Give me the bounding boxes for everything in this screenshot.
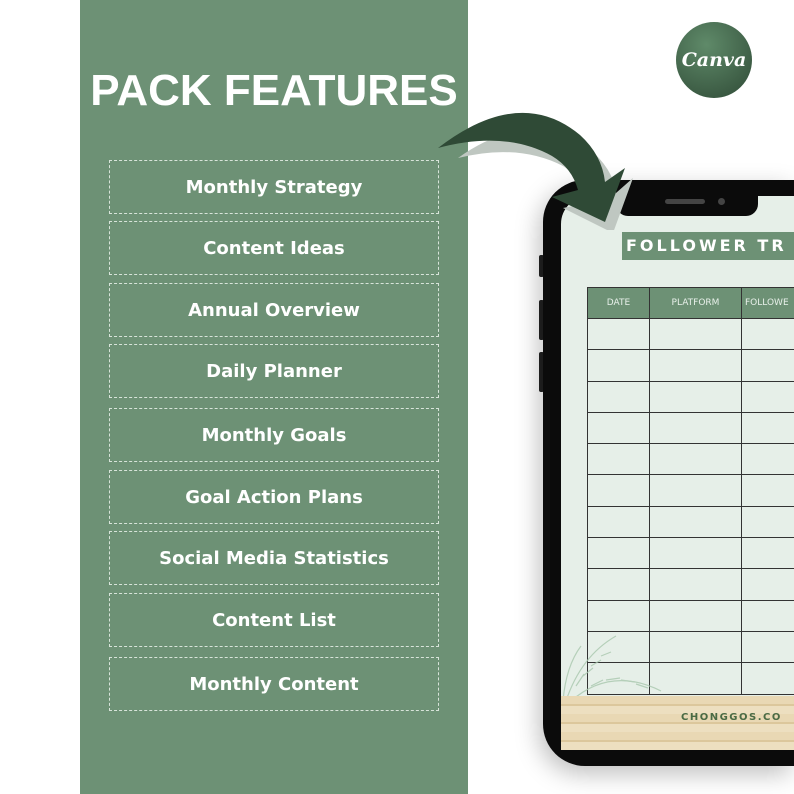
feature-item: Content Ideas <box>109 221 439 275</box>
table-cell <box>587 568 650 601</box>
table-cell <box>587 411 650 445</box>
feature-item: Content List <box>109 593 439 647</box>
features-panel: PACK FEATURES Monthly Strategy Content I… <box>80 0 468 794</box>
panel-title: PACK FEATURES <box>90 66 458 115</box>
feature-item: Social Media Statistics <box>109 531 439 585</box>
camera <box>718 198 725 205</box>
col-header: DATE <box>587 287 650 319</box>
table-cell <box>741 537 794 570</box>
table-cell <box>587 474 650 507</box>
table-cell <box>649 505 742 539</box>
table-cell <box>587 443 650 476</box>
sheet-title: FOLLOWER TR <box>622 232 794 260</box>
table-cell <box>649 474 742 507</box>
table-cell <box>649 411 742 445</box>
footer-url: CHONGGOS.CO <box>681 712 782 723</box>
table-cell <box>649 443 742 476</box>
feature-item: Monthly Goals <box>109 408 439 462</box>
table-cell <box>587 349 650 382</box>
col-header: FOLLOWE <box>741 287 794 319</box>
palm-leaf-icon <box>562 635 662 702</box>
table-cell <box>741 317 794 351</box>
col-header: PLATFORM <box>649 287 742 319</box>
feature-item: Daily Planner <box>109 344 439 398</box>
table-cell <box>649 537 742 570</box>
table-cell <box>741 505 794 539</box>
table-cell <box>741 662 794 695</box>
feature-item: Monthly Content <box>109 657 439 711</box>
table-cell <box>649 380 742 413</box>
feature-item: Annual Overview <box>109 283 439 337</box>
table-row <box>587 505 794 539</box>
table-cell <box>587 505 650 539</box>
table-cell <box>741 599 794 632</box>
table-row <box>587 537 794 570</box>
canva-logo: Canva <box>676 22 752 98</box>
table-cell <box>741 630 794 664</box>
table-cell <box>649 568 742 601</box>
table-cell <box>741 380 794 413</box>
table-cell <box>587 317 650 351</box>
table-cell <box>649 349 742 382</box>
feature-item: Goal Action Plans <box>109 470 439 524</box>
table-cell <box>741 443 794 476</box>
table-cell <box>741 568 794 601</box>
table-cell <box>587 380 650 413</box>
table-cell <box>649 317 742 351</box>
table-row <box>587 380 794 413</box>
curved-arrow-icon <box>438 112 633 230</box>
wood-footer: CHONGGOS.CO <box>561 696 794 750</box>
table-row <box>587 474 794 507</box>
table-cell <box>741 411 794 445</box>
table-row <box>587 443 794 476</box>
table-cell <box>741 349 794 382</box>
table-row <box>587 317 794 351</box>
table-cell <box>741 474 794 507</box>
table-row <box>587 411 794 445</box>
speaker <box>665 199 705 204</box>
table-row <box>587 568 794 601</box>
feature-item: Monthly Strategy <box>109 160 439 214</box>
table-row <box>587 349 794 382</box>
table-cell <box>587 537 650 570</box>
phone-screen: FOLLOWER TR DATE PLATFORM FOLLOWE CHONGGOS… <box>561 196 794 750</box>
